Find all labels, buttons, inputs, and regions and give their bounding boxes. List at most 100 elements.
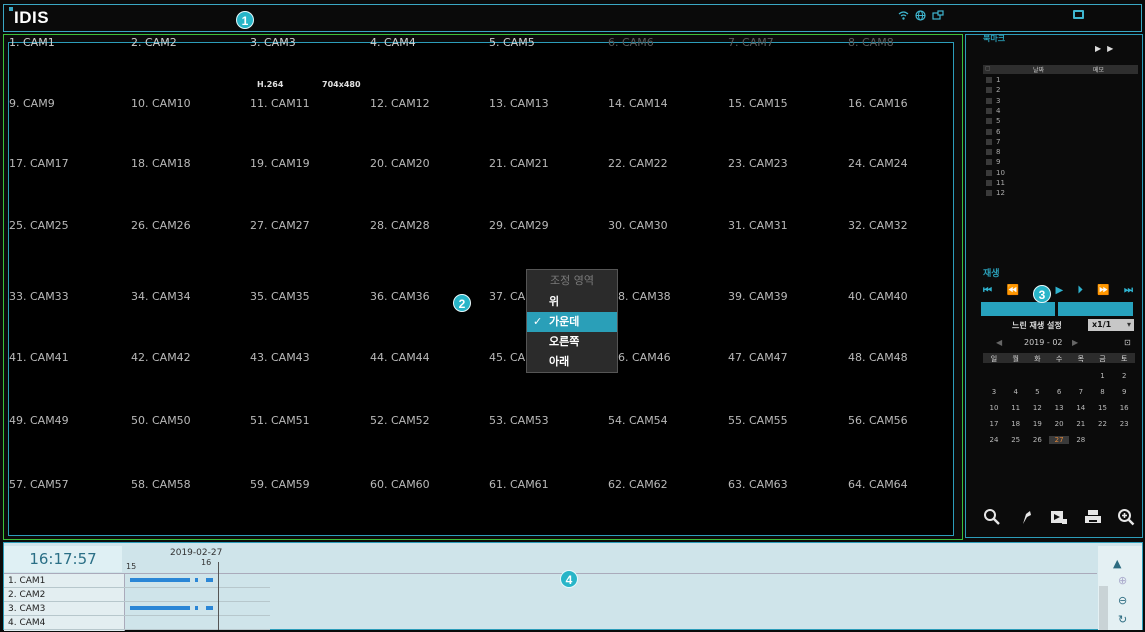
bookmark-row[interactable]: 2	[986, 86, 1000, 94]
timeline-cursor[interactable]	[218, 562, 219, 630]
camera-label[interactable]: 8. CAM8	[848, 36, 894, 49]
camera-label[interactable]: 8. CAM38	[618, 290, 671, 303]
camera-label[interactable]: 36. CAM36	[370, 290, 430, 303]
fast-forward-button[interactable]: ⏩	[1097, 285, 1109, 296]
menu-item-down[interactable]: 아래	[527, 352, 617, 372]
camera-label[interactable]: 23. CAM23	[728, 157, 788, 170]
camera-label[interactable]: 48. CAM48	[848, 351, 908, 364]
bookmark-checkbox[interactable]	[986, 169, 992, 176]
camera-label[interactable]: 10. CAM10	[131, 97, 191, 110]
bookmark-checkbox[interactable]	[986, 107, 992, 114]
camera-label[interactable]: 52. CAM52	[370, 414, 430, 427]
recording-segment[interactable]	[130, 578, 190, 582]
zoom-out-timeline-icon[interactable]: ⊖	[1118, 594, 1127, 607]
recording-segment[interactable]	[195, 578, 198, 582]
last-frame-button[interactable]: ⏭	[1124, 285, 1133, 296]
camera-label[interactable]: 24. CAM24	[848, 157, 908, 170]
bookmark-checkbox[interactable]	[986, 128, 992, 135]
bookmark-row[interactable]: 10	[986, 169, 1005, 177]
camera-label[interactable]: 39. CAM39	[728, 290, 788, 303]
camera-label[interactable]: 12. CAM12	[370, 97, 430, 110]
search-icon[interactable]	[983, 508, 1001, 531]
camera-label[interactable]: 49. CAM49	[9, 414, 69, 427]
slow-play-select[interactable]: x1/1	[1088, 319, 1134, 331]
camera-label[interactable]: 1. CAM1	[9, 36, 55, 49]
calendar-export-icon[interactable]: ⊡	[1124, 338, 1131, 347]
calendar-day[interactable]: 11	[1006, 404, 1026, 412]
calendar-day[interactable]: 22	[1093, 420, 1113, 428]
camera-label[interactable]: 62. CAM62	[608, 478, 668, 491]
camera-label[interactable]: 43. CAM43	[250, 351, 310, 364]
export-icon[interactable]	[1017, 508, 1035, 531]
next-month-button[interactable]: ▶	[1072, 338, 1078, 347]
camera-label[interactable]: 50. CAM50	[131, 414, 191, 427]
first-frame-button[interactable]: ⏮	[983, 285, 992, 296]
camera-label[interactable]: 30. CAM30	[608, 219, 668, 232]
camera-label[interactable]: 58. CAM58	[131, 478, 191, 491]
camera-label[interactable]: 18. CAM18	[131, 157, 191, 170]
bookmark-row[interactable]: 6	[986, 128, 1000, 136]
camera-label[interactable]: 7. CAM7	[728, 36, 774, 49]
calendar-day[interactable]: 19	[1027, 420, 1047, 428]
bookmark-checkbox[interactable]	[986, 190, 992, 197]
camera-label[interactable]: 59. CAM59	[250, 478, 310, 491]
calendar-day[interactable]: 27	[1049, 436, 1070, 444]
rewind-button[interactable]: ⏪	[1006, 285, 1018, 296]
calendar-day[interactable]: 14	[1071, 404, 1091, 412]
calendar-day[interactable]: 1	[1093, 372, 1113, 380]
camera-label[interactable]: 13. CAM13	[489, 97, 549, 110]
camera-label[interactable]: 14. CAM14	[608, 97, 668, 110]
camera-label[interactable]: 35. CAM35	[250, 290, 310, 303]
calendar-day[interactable]: 3	[984, 388, 1004, 396]
calendar-day[interactable]: 21	[1071, 420, 1091, 428]
bookmark-checkbox[interactable]	[986, 180, 992, 186]
step-forward-button[interactable]: ⏵	[1078, 285, 1083, 296]
calendar-day[interactable]: 10	[984, 404, 1004, 412]
bookmark-checkbox[interactable]	[986, 159, 992, 166]
calendar-day[interactable]: 6	[1049, 388, 1069, 396]
camera-label[interactable]: 26. CAM26	[131, 219, 191, 232]
camera-grid[interactable]	[8, 42, 954, 536]
camera-label[interactable]: 44. CAM44	[370, 351, 430, 364]
camera-label[interactable]: 31. CAM31	[728, 219, 788, 232]
calendar-day[interactable]: 5	[1027, 388, 1047, 396]
bookmark-row[interactable]: 12	[986, 189, 1005, 197]
wifi-icon[interactable]	[898, 10, 909, 21]
recording-segment[interactable]	[206, 606, 213, 610]
camera-label[interactable]: 61. CAM61	[489, 478, 549, 491]
clip-icon[interactable]	[1050, 508, 1068, 531]
camera-label[interactable]: 2. CAM2	[131, 36, 177, 49]
camera-label[interactable]: 33. CAM33	[9, 290, 69, 303]
calendar-day[interactable]: 8	[1093, 388, 1113, 396]
menu-item-right[interactable]: 오른쪽	[527, 332, 617, 352]
camera-label[interactable]: 11. CAM11	[250, 97, 310, 110]
camera-label[interactable]: 54. CAM54	[608, 414, 668, 427]
camera-label[interactable]: 19. CAM19	[250, 157, 310, 170]
calendar-day[interactable]: 20	[1049, 420, 1069, 428]
camera-label[interactable]: 32. CAM32	[848, 219, 908, 232]
camera-label[interactable]: 5. CAM5	[489, 36, 535, 49]
camera-label[interactable]: 60. CAM60	[370, 478, 430, 491]
calendar-day[interactable]: 16	[1114, 404, 1134, 412]
camera-label[interactable]: 55. CAM55	[728, 414, 788, 427]
camera-label[interactable]: 3. CAM3	[250, 36, 296, 49]
camera-label[interactable]: 64. CAM64	[848, 478, 908, 491]
zoom-in-icon[interactable]	[1117, 508, 1135, 531]
bookmark-checkbox[interactable]	[986, 77, 992, 83]
refresh-icon[interactable]: ↻	[1118, 613, 1127, 626]
camera-label[interactable]: 57. CAM57	[9, 478, 69, 491]
scroll-up-icon[interactable]: ▲	[1113, 557, 1121, 570]
globe-icon[interactable]	[915, 10, 926, 21]
camera-label[interactable]: 41. CAM41	[9, 351, 69, 364]
camera-label[interactable]: 51. CAM51	[250, 414, 310, 427]
calendar-day[interactable]: 23	[1114, 420, 1134, 428]
camera-label[interactable]: 27. CAM27	[250, 219, 310, 232]
calendar-day[interactable]: 25	[1006, 436, 1026, 444]
camera-label[interactable]: 29. CAM29	[489, 219, 549, 232]
bookmark-checkbox[interactable]	[986, 118, 992, 125]
monitor-icon[interactable]	[932, 10, 944, 21]
calendar-day[interactable]: 4	[1006, 388, 1026, 396]
calendar-day[interactable]: 28	[1071, 436, 1091, 444]
calendar-day[interactable]: 13	[1049, 404, 1069, 412]
calendar-day[interactable]: 15	[1093, 404, 1113, 412]
